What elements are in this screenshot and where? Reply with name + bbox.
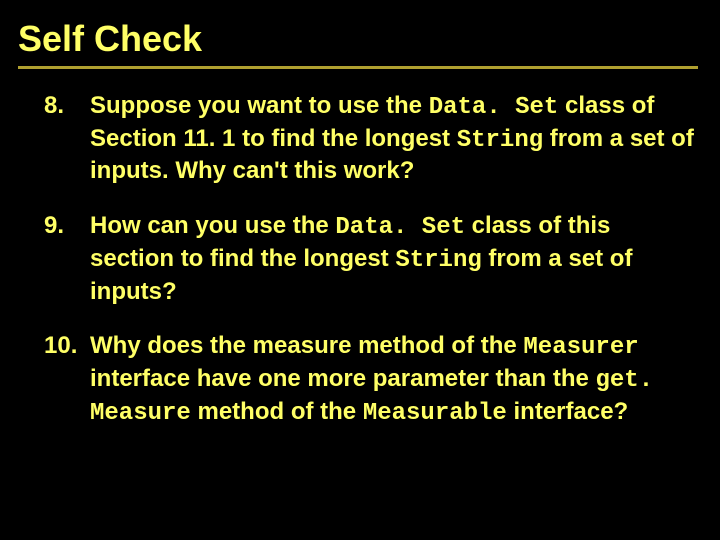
code-span: String	[395, 247, 481, 274]
code-span: Measurer	[523, 334, 638, 361]
text: interface?	[507, 398, 628, 425]
code-span: Data. Set	[335, 214, 465, 241]
text: method of the	[191, 398, 363, 425]
item-number: 8.	[44, 91, 90, 122]
item-body: Why does the measure method of the Measu…	[90, 331, 698, 429]
code-span: String	[457, 127, 543, 154]
item-body: Suppose you want to use the Data. Set cl…	[90, 91, 698, 187]
list-item: 8. Suppose you want to use the Data. Set…	[44, 91, 698, 187]
item-body: How can you use the Data. Set class of t…	[90, 211, 698, 307]
slide: Self Check 8. Suppose you want to use th…	[0, 0, 720, 540]
slide-title: Self Check	[18, 18, 698, 60]
code-span: Data. Set	[429, 94, 559, 121]
text: How can you use the	[90, 212, 335, 239]
title-rule	[18, 66, 698, 69]
text: Suppose you want to use the	[90, 92, 429, 119]
list-item: 9. How can you use the Data. Set class o…	[44, 211, 698, 307]
text: Why does the measure method of the	[90, 332, 523, 359]
item-number: 9.	[44, 211, 90, 242]
question-list: 8. Suppose you want to use the Data. Set…	[18, 91, 698, 429]
code-span: Measurable	[363, 400, 507, 427]
item-number: 10.	[44, 331, 90, 362]
text: interface have one more parameter than t…	[90, 365, 596, 392]
list-item: 10. Why does the measure method of the M…	[44, 331, 698, 429]
